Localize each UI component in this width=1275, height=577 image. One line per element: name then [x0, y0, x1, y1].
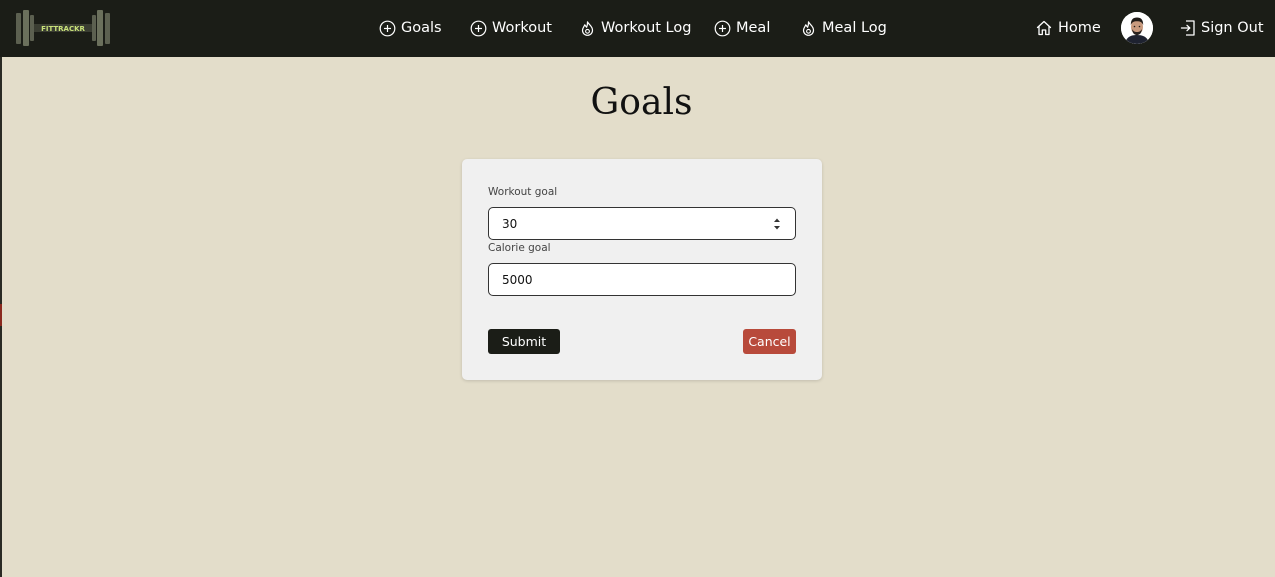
left-edge-marker	[0, 304, 2, 326]
logo-text: FITTRACKR	[41, 25, 85, 33]
nav-meal-log[interactable]: Meal Log	[800, 17, 887, 39]
top-navbar: FITTRACKR Goals Workout Workout Log Meal…	[0, 0, 1275, 57]
flame-icon	[581, 20, 594, 36]
nav-meal-log-label: Meal Log	[822, 20, 887, 36]
nav-home[interactable]: Home	[1035, 17, 1101, 39]
nav-goals[interactable]: Goals	[379, 17, 442, 39]
workout-goal-field-wrapper	[488, 207, 796, 240]
goals-form-card: Workout goal Calorie goal Submit Cancel	[462, 159, 822, 380]
nav-workout-log-label: Workout Log	[601, 20, 692, 36]
workout-goal-label: Workout goal	[488, 186, 558, 198]
nav-workout-log[interactable]: Workout Log	[579, 17, 691, 39]
nav-sign-out[interactable]: Sign Out	[1180, 17, 1264, 39]
nav-home-label: Home	[1058, 20, 1101, 36]
calorie-goal-label: Calorie goal	[488, 242, 551, 254]
brand-logo[interactable]: FITTRACKR	[14, 9, 112, 47]
plus-circle-icon	[470, 20, 487, 36]
nav-meal-label: Meal	[736, 20, 771, 36]
calorie-goal-input[interactable]	[489, 264, 762, 295]
workout-goal-input[interactable]	[489, 208, 762, 239]
plus-circle-icon	[714, 20, 731, 36]
flame-icon	[802, 20, 815, 36]
page-title: Goals	[590, 82, 693, 123]
home-icon	[1036, 20, 1052, 36]
nav-workout-label: Workout	[492, 20, 552, 36]
dumbbell-logo-icon: FITTRACKR	[16, 10, 110, 46]
nav-meal[interactable]: Meal	[714, 17, 770, 39]
calorie-goal-field-wrapper	[488, 263, 796, 296]
user-avatar-icon	[1121, 12, 1153, 44]
nav-goals-label: Goals	[401, 20, 442, 36]
left-edge-border	[0, 57, 2, 577]
user-avatar[interactable]	[1121, 12, 1153, 44]
submit-button[interactable]: Submit	[488, 329, 560, 354]
number-spinner-icon[interactable]	[773, 216, 781, 232]
cancel-button[interactable]: Cancel	[743, 329, 796, 354]
sign-out-icon	[1180, 20, 1195, 36]
plus-circle-icon	[379, 20, 396, 36]
nav-workout[interactable]: Workout	[470, 17, 552, 39]
nav-sign-out-label: Sign Out	[1201, 20, 1264, 36]
